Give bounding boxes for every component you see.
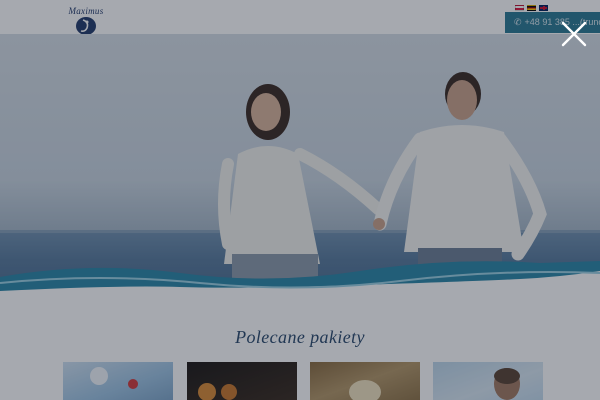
close-icon[interactable] xyxy=(560,20,588,48)
modal-overlay[interactable] xyxy=(0,0,600,400)
